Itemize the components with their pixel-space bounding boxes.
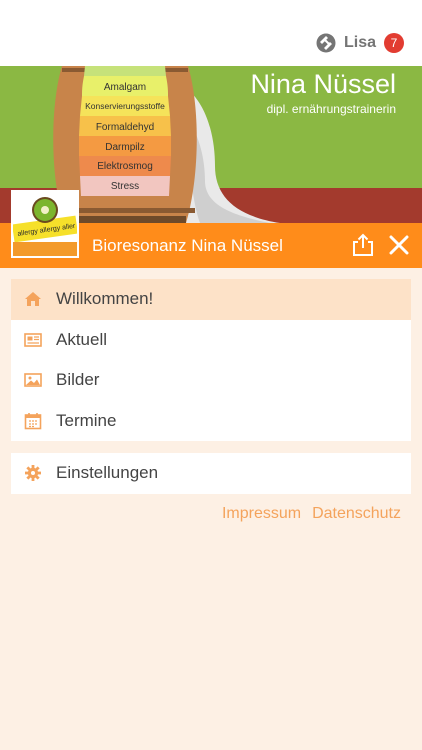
menu-item-termine[interactable]: Termine — [11, 401, 411, 442]
menu-item-einstellungen[interactable]: Einstellungen — [11, 453, 411, 494]
datenschutz-link[interactable]: Datenschutz — [312, 505, 401, 523]
newspaper-icon — [24, 332, 42, 347]
share-icon[interactable] — [352, 233, 374, 257]
menu-item-aktuell[interactable]: Aktuell — [11, 320, 411, 361]
banner-brand: Nina Nüssel dipl. ernährungstrainerin — [250, 69, 396, 116]
app-thumbnail: allergy allergy aller — [11, 190, 79, 258]
menu-item-label: Bilder — [56, 370, 100, 390]
app-logo-icon — [316, 33, 336, 53]
brand-name: Nina Nüssel — [250, 69, 396, 99]
menu-item-label: Aktuell — [56, 329, 108, 349]
user-account[interactable]: Lisa 7 — [316, 33, 404, 53]
barrel-label: Formaldehyd — [96, 122, 154, 133]
barrel-label: Stress — [111, 181, 139, 192]
app-title: Bioresonanz Nina Nüssel — [92, 236, 283, 255]
barrel-label: Darmpilz — [105, 142, 144, 153]
settings-menu: Einstellungen — [11, 453, 411, 494]
menu-item-willkommen[interactable]: Willkommen! — [11, 279, 411, 320]
menu-item-label: Einstellungen — [56, 463, 159, 483]
main-menu: Willkommen! Aktuell Bilder Termine — [11, 279, 411, 441]
menu-item-label: Termine — [56, 410, 117, 430]
calendar-icon — [24, 412, 42, 429]
footer-links: Impressum Datenschutz — [211, 505, 401, 523]
barrel-label: Elektrosmog — [97, 161, 153, 172]
barrel-label: Amalgam — [104, 82, 146, 93]
close-icon[interactable] — [389, 235, 409, 255]
top-bar: Lisa 7 — [0, 0, 422, 66]
gear-icon — [25, 465, 41, 481]
menu-item-label: Willkommen! — [56, 289, 154, 309]
image-icon — [24, 373, 42, 387]
barrel-label: Konservierungsstoffe — [85, 101, 165, 111]
kiwi-allergy-image: allergy allergy aller — [13, 192, 77, 256]
user-name[interactable]: Lisa — [344, 34, 376, 52]
impressum-link[interactable]: Impressum — [222, 505, 301, 523]
menu-item-bilder[interactable]: Bilder — [11, 360, 411, 401]
notification-badge[interactable]: 7 — [384, 33, 404, 53]
home-icon — [25, 292, 41, 306]
brand-subtitle: dipl. ernährungstrainerin — [266, 102, 396, 116]
